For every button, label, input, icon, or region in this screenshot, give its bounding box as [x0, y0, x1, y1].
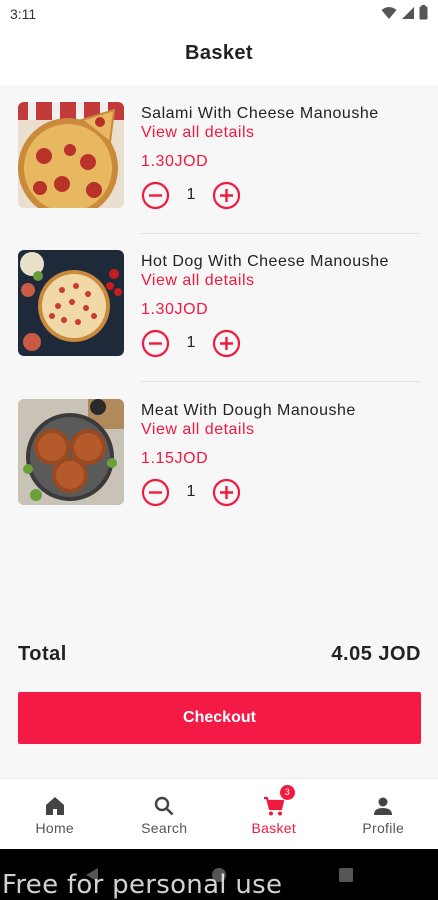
cellular-signal-icon — [402, 6, 414, 19]
decrease-quantity-button[interactable] — [141, 329, 170, 358]
view-details-link[interactable]: View all details — [141, 421, 255, 439]
hotdog-pizza-image — [18, 250, 124, 356]
view-details-link[interactable]: View all details — [141, 124, 255, 142]
quantity-value: 1 — [186, 483, 196, 500]
quantity-stepper: 1 — [141, 180, 241, 210]
item-name: Hot Dog With Cheese Manoushe — [141, 253, 389, 270]
meat-manoushe-image — [18, 399, 124, 505]
item-price: 1.30JOD — [141, 301, 209, 318]
person-icon — [374, 797, 393, 815]
quantity-value: 1 — [186, 334, 196, 351]
nav-label: Basket — [251, 820, 297, 836]
basket-item: Salami With Cheese Manoushe View all det… — [18, 102, 420, 234]
nav-label: Home — [35, 820, 75, 836]
quantity-stepper: 1 — [141, 328, 241, 358]
quantity-stepper: 1 — [141, 477, 241, 507]
bottom-nav: Home Search 3 Basket Profile — [0, 778, 438, 849]
increase-quantity-button[interactable] — [212, 329, 241, 358]
nav-item-home[interactable]: Home — [0, 779, 110, 849]
basket-item: Meat With Dough Manoushe View all detail… — [18, 399, 420, 529]
watermark-text: Free for personal use — [2, 870, 283, 900]
nav-label: Search — [141, 820, 188, 836]
nav-item-basket[interactable]: 3 Basket — [219, 779, 329, 849]
nav-item-search[interactable]: Search — [110, 779, 220, 849]
item-name: Meat With Dough Manoushe — [141, 402, 356, 419]
quantity-value: 1 — [186, 186, 196, 203]
cart-count-badge: 3 — [279, 785, 295, 800]
item-price: 1.15JOD — [141, 450, 209, 467]
increase-quantity-button[interactable] — [212, 181, 241, 210]
status-time: 3:11 — [10, 6, 37, 22]
item-divider — [141, 381, 420, 382]
total-label: Total — [18, 643, 67, 665]
checkout-button[interactable]: Checkout — [18, 692, 421, 744]
view-details-link[interactable]: View all details — [141, 272, 255, 290]
item-name: Salami With Cheese Manoushe — [141, 105, 379, 122]
recents-icon[interactable] — [338, 867, 354, 883]
decrease-quantity-button[interactable] — [141, 181, 170, 210]
nav-label: Profile — [362, 820, 405, 836]
status-icons — [381, 5, 428, 20]
salami-pizza-image — [18, 102, 124, 208]
app-header: Basket — [0, 28, 438, 85]
item-divider — [141, 233, 420, 234]
increase-quantity-button[interactable] — [212, 478, 241, 507]
nav-item-profile[interactable]: Profile — [329, 779, 438, 849]
basket-item: Hot Dog With Cheese Manoushe View all de… — [18, 250, 420, 382]
status-bar: 3:11 — [0, 0, 438, 28]
decrease-quantity-button[interactable] — [141, 478, 170, 507]
page-title: Basket — [185, 42, 253, 64]
total-value: 4.05 JOD — [331, 643, 421, 665]
home-icon — [45, 797, 64, 815]
wifi-icon — [381, 6, 397, 19]
battery-icon — [419, 5, 428, 20]
search-icon — [155, 796, 174, 816]
item-price: 1.30JOD — [141, 153, 209, 170]
